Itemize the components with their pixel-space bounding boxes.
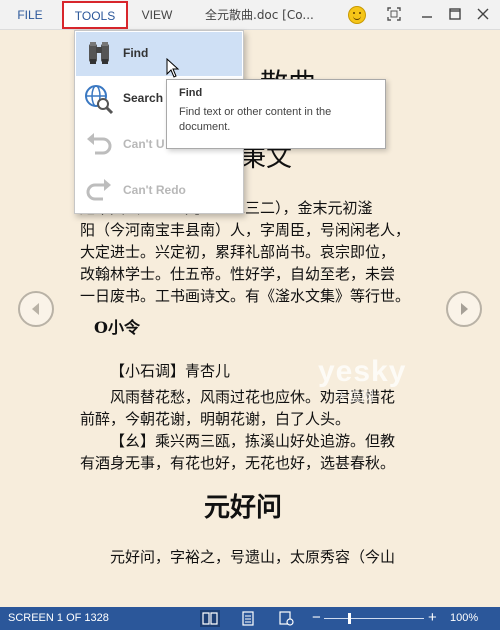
maximize-icon[interactable] (446, 6, 464, 24)
document-title: 全元散曲.doc [Co... (205, 8, 314, 22)
menu-item-label: Can't U (123, 137, 165, 151)
mouse-cursor-icon (166, 58, 180, 78)
web-layout-button[interactable] (276, 610, 296, 627)
undo-icon (83, 129, 115, 161)
verse-line-4: 有酒身无事，有花也好，无花也好，选甚春秋。 (80, 454, 396, 472)
para1-line-3: 大定进士。兴定初，累拜礼部尚书。哀宗即位， (80, 243, 396, 261)
menu-tools[interactable]: TOOLS (62, 1, 128, 29)
verse-line-2: 前醉，今朝花谢，明朝花谢，白了人头。 (80, 410, 351, 428)
verse-line-3: 【幺】乘兴两三瓯，拣溪山好处追游。但教 (110, 432, 396, 450)
menu-item-redo[interactable]: Can't Redo (76, 169, 242, 213)
status-bar: SCREEN 1 OF 1328 − + 100% (0, 607, 500, 630)
menu-view[interactable]: VIEW (137, 0, 177, 30)
redo-icon (83, 175, 115, 207)
arrow-right-icon (461, 303, 468, 315)
menu-item-label: Find (123, 46, 149, 60)
fullscreen-icon[interactable] (385, 6, 403, 24)
previous-page-button[interactable] (18, 291, 54, 327)
page-icon (242, 611, 254, 626)
screen-counter: SCREEN 1 OF 1328 (8, 612, 109, 624)
arrow-left-icon (32, 303, 39, 315)
next-page-button[interactable] (446, 291, 482, 327)
menu-item-label: Can't Redo (123, 183, 186, 197)
para1-line-2: 阳（今河南宝丰县南）人，字周臣，号闲闲老人， (80, 221, 411, 239)
menu-file[interactable]: FILE (8, 0, 52, 30)
zoom-out-button[interactable]: − (312, 607, 321, 630)
read-mode-button[interactable] (200, 610, 220, 627)
author2-heading: 元好问 (204, 493, 283, 523)
zoom-in-button[interactable]: + (428, 607, 437, 630)
tooltip-body: Find text or other content in the docume… (179, 106, 332, 133)
close-icon[interactable] (474, 6, 492, 24)
smiley-icon[interactable] (348, 6, 366, 24)
para1-line-4: 改翰林学士。仕五帝。性好学，自幼至老，未尝 (80, 265, 396, 283)
watermark-subtext: 天极网 (335, 390, 375, 405)
minimize-icon[interactable] (418, 6, 436, 24)
para2-line-1: 元好问，字裕之，号遗山，太原秀容（今山 (110, 548, 396, 566)
para1-line-5: 一日废书。工书画诗文。有《滏水文集》等行世。 (80, 287, 411, 305)
zoom-slider-thumb[interactable] (348, 613, 351, 624)
section-heading: O小令 (94, 318, 140, 337)
web-layout-icon (279, 611, 294, 626)
globe-search-icon (83, 83, 115, 115)
book-icon (202, 612, 218, 625)
watermark-logo: yesky (318, 355, 407, 388)
tune-title: 【小石调】青杏儿 (110, 362, 231, 380)
find-tooltip: Find Find text or other content in the d… (166, 79, 386, 149)
print-layout-button[interactable] (238, 610, 258, 627)
zoom-level[interactable]: 100% (450, 607, 478, 630)
title-bar: FILE TOOLS VIEW 全元散曲.doc [Co... (0, 0, 500, 30)
binoculars-icon (83, 38, 115, 70)
tooltip-title: Find (179, 87, 203, 99)
zoom-slider-track[interactable] (324, 618, 424, 619)
menu-item-find[interactable]: Find (76, 32, 242, 76)
